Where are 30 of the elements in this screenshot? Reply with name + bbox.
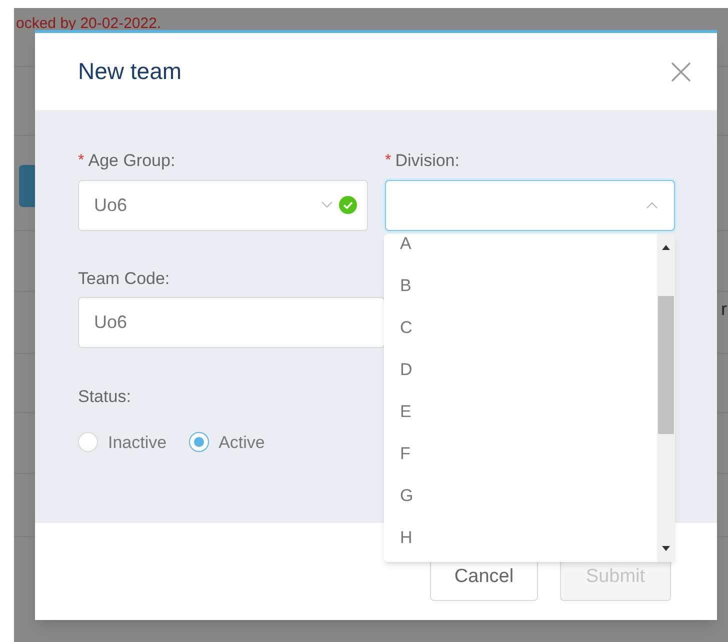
age-group-select[interactable]: Uo6 (78, 180, 368, 230)
dropdown-option[interactable]: E (384, 391, 657, 433)
team-code-input[interactable]: Uo6 (78, 297, 385, 348)
scrollbar-thumb[interactable] (658, 296, 674, 434)
field-label: Status: (78, 386, 131, 408)
scroll-up-icon[interactable] (662, 245, 670, 250)
notice-text: ocked by 20-02-2022. (16, 14, 162, 34)
division-select[interactable] (385, 180, 675, 230)
scroll-down-icon[interactable] (662, 546, 670, 551)
scrollbar[interactable] (657, 234, 675, 562)
required-mark: * (385, 150, 392, 171)
field-label: Division: (395, 150, 460, 172)
dropdown-option[interactable]: G (384, 475, 657, 517)
radio-label: Inactive (108, 432, 167, 454)
radio-button[interactable] (188, 432, 209, 452)
field-label: Age Group: (88, 150, 176, 172)
dialog-title: New team (78, 57, 182, 86)
close-icon[interactable] (671, 62, 691, 82)
dropdown-option[interactable]: F (384, 433, 657, 475)
dropdown-option[interactable]: B (384, 265, 657, 307)
dropdown-option[interactable]: D (384, 349, 657, 391)
table-cell-text: r (721, 298, 727, 321)
required-mark: * (78, 150, 84, 171)
field-label: Team Code: (78, 268, 170, 290)
radio-button[interactable] (78, 432, 98, 452)
chevron-up-icon (646, 201, 658, 209)
radio-label: Active (218, 432, 265, 454)
dropdown-option[interactable]: C (384, 307, 657, 349)
dropdown-option[interactable]: A (384, 234, 657, 265)
chevron-down-icon (321, 201, 333, 209)
